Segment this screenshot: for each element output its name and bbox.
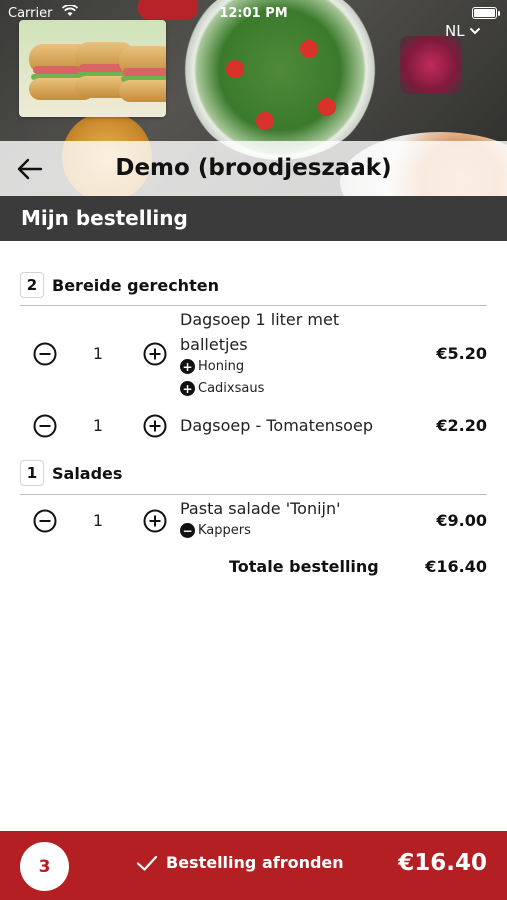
item-name-line: Dagsoep 1 liter met xyxy=(180,310,340,329)
option-label: Kappers xyxy=(198,523,251,538)
order-section-title: Mijn bestelling xyxy=(0,196,507,241)
item-option: + Cadixsaus xyxy=(180,381,264,396)
category-name: Bereide gerechten xyxy=(52,275,219,295)
language-selector[interactable]: NL xyxy=(445,22,481,40)
item-option: − Kappers xyxy=(180,523,251,538)
clock: 12:01 PM xyxy=(219,6,288,21)
minus-circle-icon[interactable] xyxy=(33,342,57,366)
check-icon xyxy=(136,855,158,871)
item-name-line: balletjes xyxy=(180,335,248,354)
item-name: Dagsoep - Tomatensoep xyxy=(180,416,373,435)
language-label: NL xyxy=(445,22,465,40)
item-name: Pasta salade 'Tonijn' xyxy=(180,499,341,518)
plus-circle-icon[interactable] xyxy=(143,342,167,366)
option-label: Cadixsaus xyxy=(198,381,265,396)
battery-icon xyxy=(472,7,500,19)
order-total-value: €16.40 xyxy=(425,557,487,576)
item-quantity: 1 xyxy=(92,416,104,435)
item-quantity: 1 xyxy=(92,344,104,363)
category-header: 2 Bereide gerechten xyxy=(20,272,219,298)
item-price: €9.00 xyxy=(436,511,487,530)
item-price: €5.20 xyxy=(436,344,487,363)
option-label: Honing xyxy=(198,359,245,374)
add-option-icon: + xyxy=(180,359,195,374)
item-price: €2.20 xyxy=(436,416,487,435)
checkout-button[interactable]: Bestelling afronden xyxy=(136,853,344,872)
divider xyxy=(20,305,487,306)
item-name: Dagsoep 1 liter met balletjes xyxy=(180,307,339,357)
item-quantity: 1 xyxy=(92,511,104,530)
checkout-label: Bestelling afronden xyxy=(166,853,344,872)
page-title: Demo (broodjeszaak) xyxy=(115,155,392,181)
item-option: + Honing xyxy=(180,359,244,374)
category-count: 2 xyxy=(20,272,44,298)
restaurant-thumbnail xyxy=(19,20,166,117)
category-header: 1 Salades xyxy=(20,460,122,486)
category-name: Salades xyxy=(52,463,123,483)
minus-circle-icon[interactable] xyxy=(33,414,57,438)
checkout-bar[interactable]: 3 Bestelling afronden €16.40 xyxy=(0,831,507,900)
plus-circle-icon[interactable] xyxy=(143,414,167,438)
order-total-label: Totale bestelling xyxy=(229,557,379,576)
minus-circle-icon[interactable] xyxy=(33,509,57,533)
divider xyxy=(20,494,487,495)
remove-option-icon: − xyxy=(180,523,195,538)
checkout-total: €16.40 xyxy=(398,850,487,876)
item-count-badge: 3 xyxy=(20,842,69,891)
category-count: 1 xyxy=(20,460,44,486)
chevron-down-icon xyxy=(469,27,480,35)
plus-circle-icon[interactable] xyxy=(143,509,167,533)
add-option-icon: + xyxy=(180,381,195,396)
